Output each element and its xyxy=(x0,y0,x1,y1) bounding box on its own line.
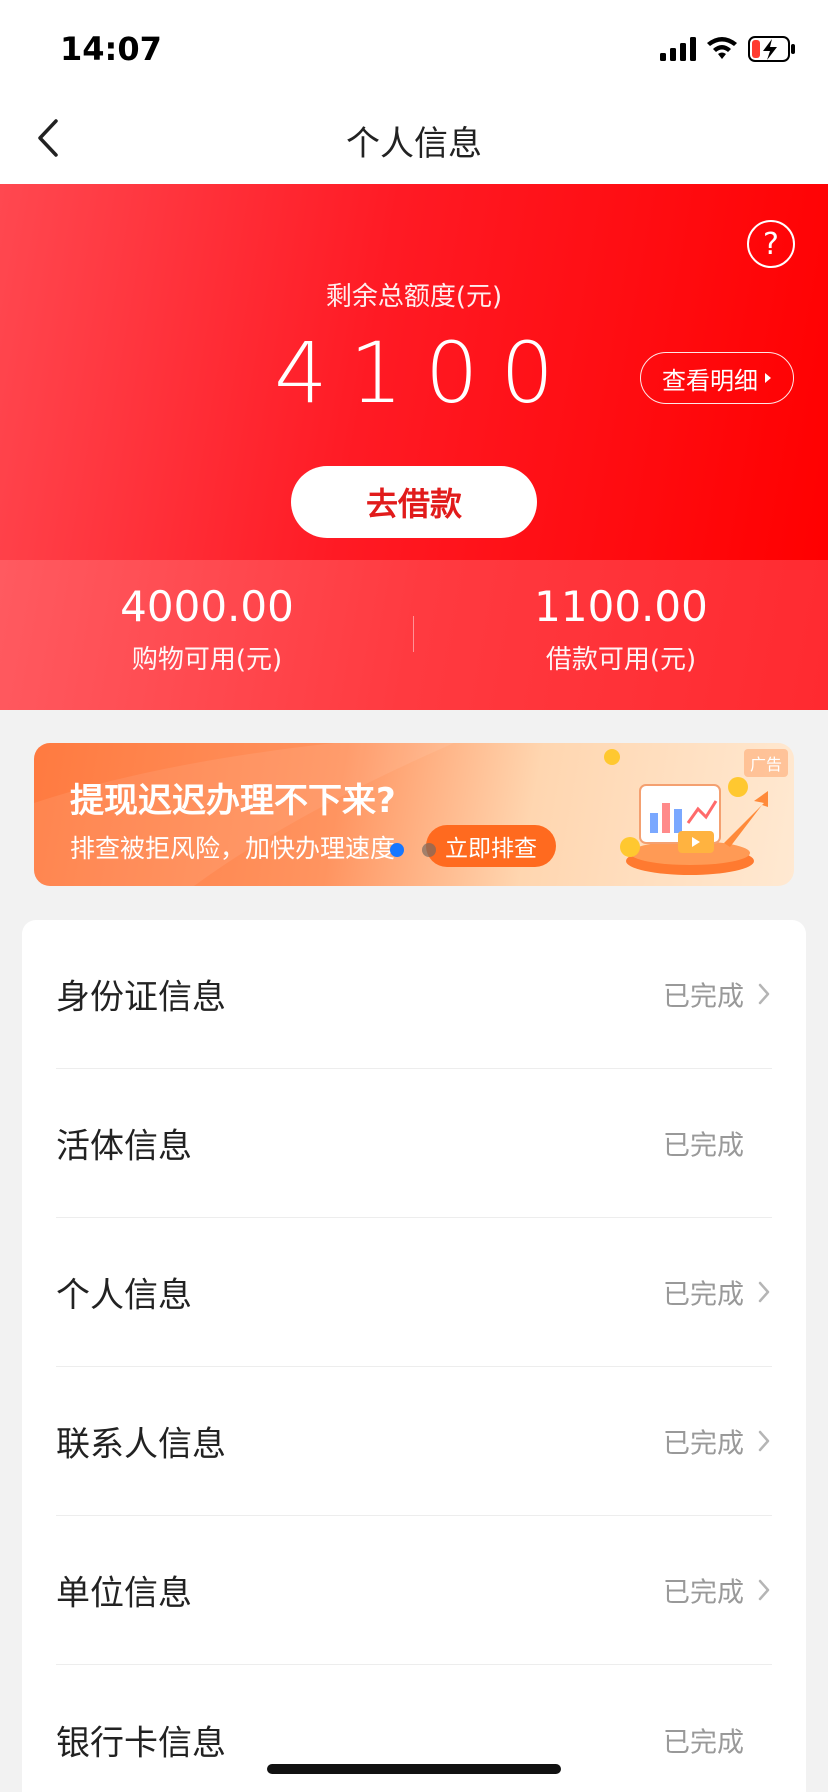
chevron-right-icon xyxy=(758,983,770,1005)
status-text: 已完成 xyxy=(663,1428,744,1460)
loan-stat: 1100.00 借款可用(元) xyxy=(414,582,828,676)
list-item-id-card[interactable]: 身份证信息 已完成 xyxy=(56,920,772,1069)
available-credit-stats: 4000.00 购物可用(元) 1100.00 借款可用(元) xyxy=(0,560,828,710)
list-item-label: 身份证信息 xyxy=(56,977,226,1018)
help-icon[interactable]: ? xyxy=(747,220,795,268)
view-details-label: 查看明细 xyxy=(662,366,758,395)
borrow-button[interactable]: 去借款 xyxy=(291,466,537,538)
shopping-stat: 4000.00 购物可用(元) xyxy=(0,582,414,676)
list-item-label: 银行卡信息 xyxy=(56,1723,226,1763)
chevron-right-icon xyxy=(758,1579,770,1601)
credit-summary-panel: ? 剩余总额度(元) 4100 查看明细 去借款 xyxy=(0,184,828,560)
status-time: 14:07 xyxy=(60,30,162,68)
list-item-liveness[interactable]: 活体信息 已完成 xyxy=(56,1069,772,1218)
signal-icon xyxy=(660,37,696,61)
ad-tag: 广告 xyxy=(743,749,788,777)
status-bar: 14:07 xyxy=(0,0,828,92)
battery-icon xyxy=(748,36,795,62)
list-item-label: 个人信息 xyxy=(56,1275,192,1316)
banner-title: 提现迟迟办理不下来? xyxy=(70,781,396,821)
check-now-button[interactable]: 立即排查 xyxy=(426,825,556,867)
list-item-personal[interactable]: 个人信息 已完成 xyxy=(56,1218,772,1367)
caret-right-icon xyxy=(765,373,771,383)
list-item-employer[interactable]: 单位信息 已完成 xyxy=(56,1516,772,1665)
list-item-label: 联系人信息 xyxy=(56,1424,226,1465)
list-item-contacts[interactable]: 联系人信息 已完成 xyxy=(56,1367,772,1516)
status-text: 已完成 xyxy=(663,1279,744,1311)
carousel-dot-active[interactable] xyxy=(390,843,404,857)
total-credit-label: 剩余总额度(元) xyxy=(325,282,503,312)
shopping-amount: 4000.00 xyxy=(120,582,294,631)
list-item-label: 活体信息 xyxy=(56,1126,192,1167)
info-list-card: 身份证信息 已完成 活体信息 已完成 个人信息 已完成 联系人信息 已完成 单位… xyxy=(22,920,806,1792)
shopping-label: 购物可用(元) xyxy=(131,645,283,675)
status-text: 已完成 xyxy=(663,1577,744,1609)
list-item-label: 单位信息 xyxy=(56,1573,192,1614)
status-text: 已完成 xyxy=(663,1727,744,1758)
navigation-bar: 个人信息 xyxy=(0,92,828,184)
banner-subtitle: 排查被拒风险，加快办理速度 xyxy=(70,834,396,863)
home-indicator[interactable] xyxy=(267,1764,561,1774)
view-details-button[interactable]: 查看明细 xyxy=(640,352,794,404)
wifi-icon xyxy=(707,37,737,59)
status-icons xyxy=(660,34,796,64)
status-text: 已完成 xyxy=(663,981,744,1013)
loan-label: 借款可用(元) xyxy=(545,645,697,675)
ad-banner[interactable]: 广告 提现迟迟办理不下来? 排查被拒风险，加快办理速度 立即排查 xyxy=(34,743,794,886)
chevron-right-icon xyxy=(758,1430,770,1452)
status-text: 已完成 xyxy=(663,1130,744,1162)
page-title: 个人信息 xyxy=(346,124,482,164)
loan-amount: 1100.00 xyxy=(534,582,708,631)
carousel-dot[interactable] xyxy=(422,843,436,857)
chevron-right-icon xyxy=(758,1281,770,1303)
